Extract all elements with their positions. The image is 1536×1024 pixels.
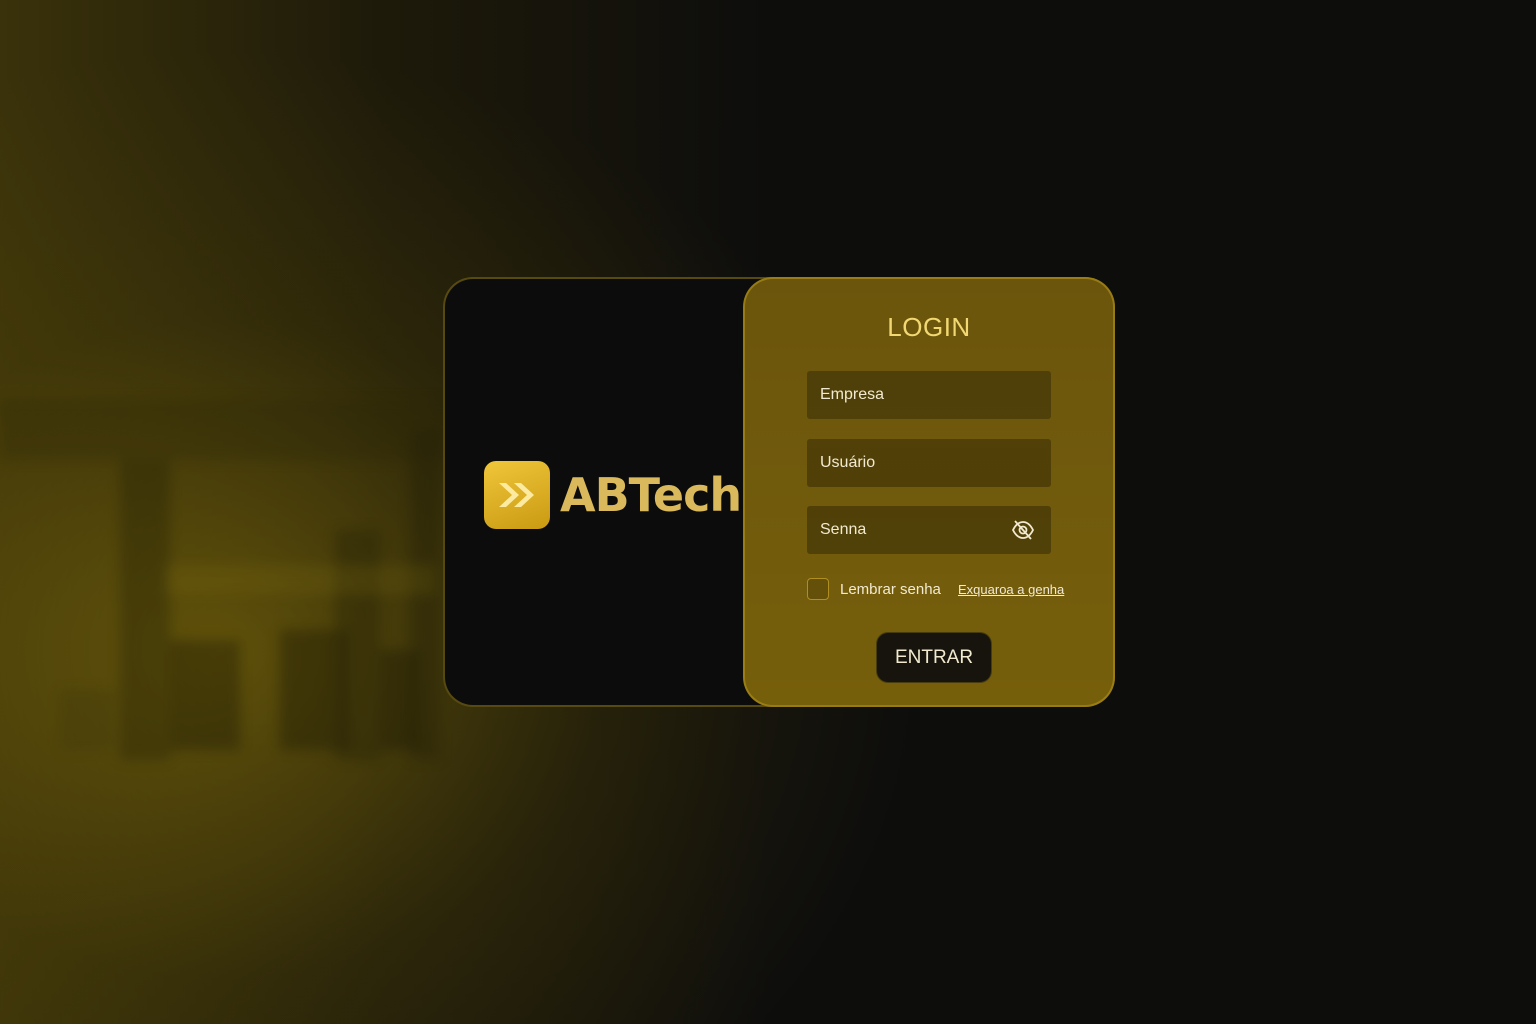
username-placeholder: Usuário <box>820 454 876 471</box>
company-placeholder: Empresa <box>820 386 885 403</box>
username-input[interactable]: Usuário <box>807 439 1051 487</box>
remember-password[interactable]: Lembrar senha <box>807 578 941 600</box>
login-title: LOGIN <box>887 312 971 342</box>
password-placeholder: Senna <box>820 521 867 538</box>
double-chevron-right-icon <box>484 461 550 529</box>
remember-checkbox[interactable] <box>807 578 829 600</box>
forgot-password-link[interactable]: Exquaroa a genha <box>958 582 1064 597</box>
login-button[interactable]: ENTRAR <box>876 632 992 683</box>
brand-name: ABTech <box>560 468 742 522</box>
password-input[interactable]: Senna <box>807 506 1051 554</box>
remember-label: Lembrar senha <box>840 580 941 598</box>
eye-off-icon[interactable] <box>1011 519 1035 546</box>
brand-logo: ABTech <box>484 461 742 529</box>
company-input[interactable]: Empresa <box>807 371 1051 419</box>
